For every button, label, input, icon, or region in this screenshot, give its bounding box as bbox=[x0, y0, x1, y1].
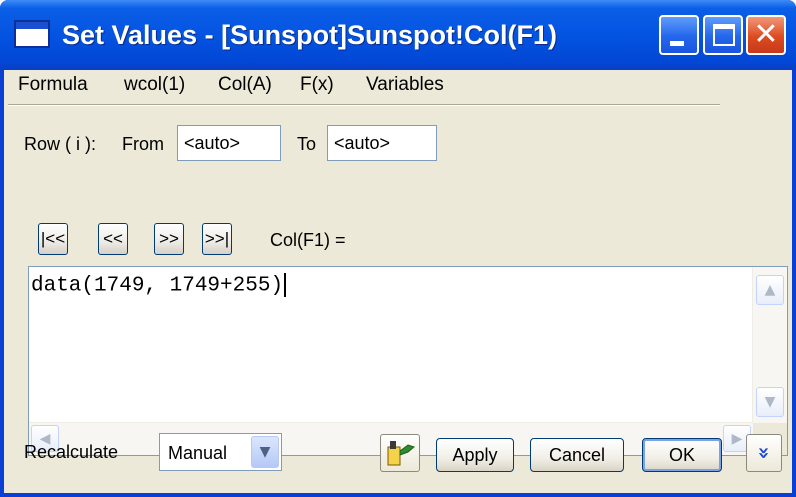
recalculate-selected-value: Manual bbox=[168, 443, 228, 463]
menu-col-a[interactable]: Col(A) bbox=[218, 72, 272, 98]
window-icon bbox=[14, 20, 50, 48]
recalculate-select[interactable]: Manual ▼ bbox=[159, 433, 282, 471]
menu-bar: Formula wcol(1) Col(A) F(x) Variables bbox=[4, 70, 792, 100]
menu-formula[interactable]: Formula bbox=[18, 72, 88, 98]
menu-separator bbox=[8, 104, 720, 106]
text-caret bbox=[284, 273, 287, 297]
pointing-hand-icon bbox=[387, 441, 416, 466]
scroll-down-icon[interactable]: ▼ bbox=[756, 387, 784, 417]
from-label: From bbox=[122, 134, 164, 154]
title-bar[interactable]: Set Values - [Sunspot]Sunspot!Col(F1) ✕ bbox=[0, 0, 796, 70]
close-icon: ✕ bbox=[753, 17, 779, 52]
from-row-input[interactable] bbox=[177, 125, 281, 161]
formula-editor[interactable]: data(1749, 1749+255) ▲ ▼ ◀ ▶ bbox=[28, 266, 788, 456]
chevron-down-icon[interactable]: ▼ bbox=[251, 436, 279, 468]
scroll-up-icon[interactable]: ▲ bbox=[756, 275, 784, 305]
next-row-button[interactable]: >> bbox=[154, 223, 184, 255]
maximize-button[interactable] bbox=[703, 15, 743, 55]
vertical-scrollbar[interactable]: ▲ ▼ bbox=[752, 267, 787, 423]
first-row-button[interactable]: |<< bbox=[38, 223, 68, 255]
formula-text-line: data(1749, 1749+255) bbox=[31, 273, 287, 298]
menu-fx[interactable]: F(x) bbox=[300, 72, 334, 98]
recalculate-label: Recalculate bbox=[24, 442, 119, 462]
formula-text: data(1749, 1749+255) bbox=[31, 274, 284, 298]
to-label: To bbox=[297, 134, 317, 154]
formula-tool-button[interactable] bbox=[380, 434, 420, 472]
menu-variables[interactable]: Variables bbox=[366, 72, 444, 98]
set-values-dialog: Set Values - [Sunspot]Sunspot!Col(F1) ✕ … bbox=[0, 0, 796, 497]
window-title: Set Values - [Sunspot]Sunspot!Col(F1) bbox=[62, 20, 558, 50]
maximize-icon bbox=[713, 24, 735, 46]
cancel-button[interactable]: Cancel bbox=[530, 438, 624, 472]
prev-row-button[interactable]: << bbox=[98, 223, 128, 255]
close-button[interactable]: ✕ bbox=[746, 15, 786, 55]
minimize-icon bbox=[670, 41, 684, 46]
apply-button[interactable]: Apply bbox=[436, 438, 514, 472]
double-chevron-down-icon: » bbox=[751, 446, 776, 460]
dialog-body: Formula wcol(1) Col(A) F(x) Variables Ro… bbox=[4, 70, 792, 493]
column-label: Col(F1) = bbox=[270, 230, 346, 250]
ok-button[interactable]: OK bbox=[642, 438, 722, 472]
row-range-label: Row ( i ): bbox=[24, 134, 96, 154]
minimize-button[interactable] bbox=[659, 15, 699, 55]
expand-button[interactable]: » bbox=[746, 434, 782, 472]
menu-wcol[interactable]: wcol(1) bbox=[124, 72, 185, 98]
to-row-input[interactable] bbox=[327, 125, 437, 161]
last-row-button[interactable]: >>| bbox=[202, 223, 232, 255]
